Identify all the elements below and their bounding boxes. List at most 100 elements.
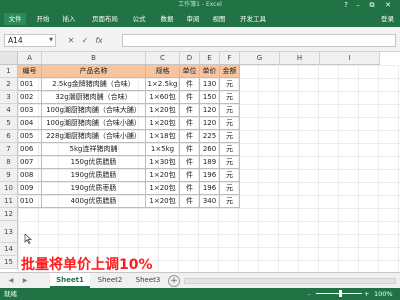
function-icon[interactable]: fx <box>92 34 106 47</box>
cell-spec[interactable]: 1×20包 <box>146 195 180 208</box>
table-header-cell[interactable]: 产品名称 <box>42 65 146 78</box>
sheet-tab-sheet3[interactable]: Sheet3 <box>130 273 166 288</box>
cell-amount[interactable]: 元 <box>220 143 240 156</box>
tab-view[interactable]: 视图 <box>208 13 230 25</box>
cell-product-name[interactable]: 190g优质枣肠 <box>42 182 146 195</box>
row-header[interactable]: 1 <box>0 65 18 78</box>
cell-unit[interactable]: 件 <box>180 91 200 104</box>
cell-spec[interactable]: 1×20包 <box>146 169 180 182</box>
select-all-corner[interactable] <box>0 52 18 65</box>
cell-id[interactable]: 006 <box>18 143 42 156</box>
row-header[interactable]: 4 <box>0 104 18 117</box>
cell-product-name[interactable]: 400g优质腊肠 <box>42 195 146 208</box>
restore-button[interactable]: ⧉ <box>366 0 378 10</box>
cell-product-name[interactable]: 2.5kg金牌猪肉脯（合味） <box>42 78 146 91</box>
cell-price[interactable]: 130 <box>200 78 220 91</box>
table-header-cell[interactable]: 单位 <box>180 65 200 78</box>
help-icon[interactable]: ? <box>340 0 352 10</box>
row-header[interactable]: 15 <box>0 256 18 269</box>
cell-amount[interactable]: 元 <box>220 117 240 130</box>
table-header-cell[interactable]: 金额 <box>220 65 240 78</box>
cell-product-name[interactable]: 100g潮厨猪肉脯（合味大脯） <box>42 104 146 117</box>
tab-insert[interactable]: 插入 <box>58 13 80 25</box>
row-header[interactable]: 7 <box>0 143 18 156</box>
add-sheet-icon[interactable]: + <box>168 275 180 287</box>
login-link[interactable]: 登录 <box>381 13 394 25</box>
cell-price[interactable]: 150 <box>200 91 220 104</box>
row-header[interactable]: 12 <box>0 208 18 221</box>
horizontal-scrollbar[interactable] <box>184 278 396 284</box>
row-header[interactable]: 11 <box>0 195 18 208</box>
tab-file[interactable]: 文件 <box>4 13 26 25</box>
cell-price[interactable]: 196 <box>200 182 220 195</box>
row-header[interactable]: 9 <box>0 169 18 182</box>
cell-product-name[interactable]: 190g优质腊肠 <box>42 169 146 182</box>
cell-unit[interactable]: 件 <box>180 156 200 169</box>
chevron-down-icon[interactable]: ▼ <box>49 35 53 46</box>
cell-spec[interactable]: 1×30包 <box>146 156 180 169</box>
cell-amount[interactable]: 元 <box>220 78 240 91</box>
sheet-tab-sheet1[interactable]: Sheet1 <box>50 273 90 288</box>
worksheet-grid[interactable]: 批量将单价上调10% A B C D E F G H I 1 2 3 4 5 6 7 8 9 10 11 12 13 14 1… <box>0 52 400 273</box>
cell-spec[interactable]: 1×20包 <box>146 117 180 130</box>
cell-id[interactable]: 009 <box>18 182 42 195</box>
cancel-icon[interactable]: ✕ <box>64 34 78 47</box>
column-header[interactable]: F <box>220 52 240 65</box>
cell-unit[interactable]: 件 <box>180 117 200 130</box>
sheet-prev-icon[interactable]: ◀ <box>6 275 16 287</box>
column-header[interactable]: I <box>320 52 380 65</box>
cell-id[interactable]: 008 <box>18 169 42 182</box>
cell-price[interactable]: 260 <box>200 143 220 156</box>
cell-id[interactable]: 007 <box>18 156 42 169</box>
tab-review[interactable]: 审阅 <box>182 13 204 25</box>
column-header[interactable]: G <box>240 52 280 65</box>
cell-unit[interactable]: 件 <box>180 169 200 182</box>
cell-product-name[interactable]: 32g潮厨猪肉脯（合味） <box>42 91 146 104</box>
cell-amount[interactable]: 元 <box>220 91 240 104</box>
column-header[interactable]: A <box>18 52 42 65</box>
cell-amount[interactable]: 元 <box>220 130 240 143</box>
cell-id[interactable]: 001 <box>18 78 42 91</box>
row-header[interactable]: 13 <box>0 221 18 243</box>
cell-amount[interactable]: 元 <box>220 104 240 117</box>
cell-spec[interactable]: 1×2.5kg <box>146 78 180 91</box>
sheet-tab-sheet2[interactable]: Sheet2 <box>92 273 128 288</box>
cell-spec[interactable]: 1×60包 <box>146 91 180 104</box>
tab-developer[interactable]: 开发工具 <box>234 13 272 25</box>
cell-id[interactable]: 002 <box>18 91 42 104</box>
cell-product-name[interactable]: 100g潮厨猪肉脯（合味小脯） <box>42 117 146 130</box>
row-header[interactable]: 3 <box>0 91 18 104</box>
row-header[interactable]: 8 <box>0 156 18 169</box>
zoom-level[interactable]: 100% <box>374 288 393 300</box>
cell-unit[interactable]: 件 <box>180 143 200 156</box>
row-header[interactable]: 6 <box>0 130 18 143</box>
cell-price[interactable]: 189 <box>200 156 220 169</box>
tab-data[interactable]: 数据 <box>156 13 178 25</box>
cell-id[interactable]: 004 <box>18 117 42 130</box>
cell-amount[interactable]: 元 <box>220 182 240 195</box>
cell-amount[interactable]: 元 <box>220 169 240 182</box>
formula-input[interactable] <box>122 34 396 47</box>
cell-unit[interactable]: 件 <box>180 182 200 195</box>
column-header[interactable]: H <box>280 52 320 65</box>
cell-id[interactable]: 010 <box>18 195 42 208</box>
table-header-cell[interactable]: 单价 <box>200 65 220 78</box>
column-header[interactable]: D <box>180 52 200 65</box>
column-header[interactable]: E <box>200 52 220 65</box>
cell-spec[interactable]: 1×20包 <box>146 104 180 117</box>
cell-unit[interactable]: 件 <box>180 104 200 117</box>
zoom-out-icon[interactable]: - <box>308 288 310 300</box>
row-header[interactable]: 2 <box>0 78 18 91</box>
sheet-next-icon[interactable]: ▶ <box>20 275 30 287</box>
cell-product-name[interactable]: 150g优质腊肠 <box>42 156 146 169</box>
cell-unit[interactable]: 件 <box>180 78 200 91</box>
tab-page-layout[interactable]: 页面布局 <box>86 13 124 25</box>
row-header[interactable]: 14 <box>0 243 18 256</box>
cell-spec[interactable]: 1×18包 <box>146 130 180 143</box>
cell-unit[interactable]: 件 <box>180 195 200 208</box>
row-header[interactable]: 5 <box>0 117 18 130</box>
cell-id[interactable]: 003 <box>18 104 42 117</box>
cell-price[interactable]: 120 <box>200 104 220 117</box>
tab-home[interactable]: 开始 <box>32 13 54 25</box>
cell-amount[interactable]: 元 <box>220 195 240 208</box>
